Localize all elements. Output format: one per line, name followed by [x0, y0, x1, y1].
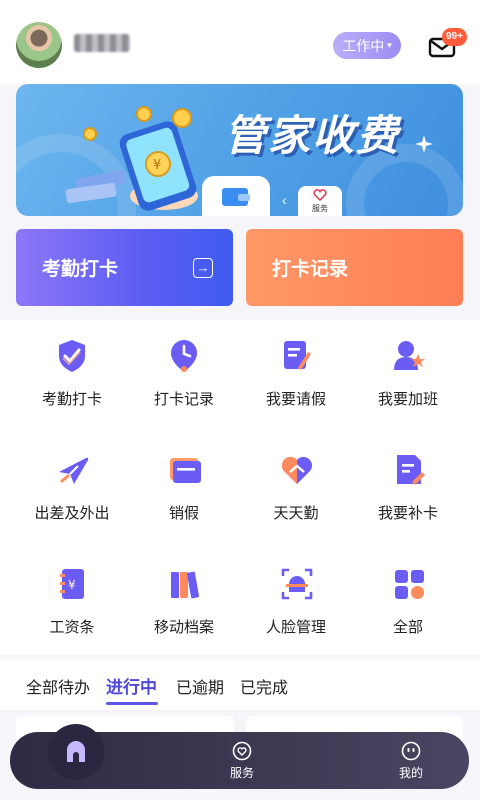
nav-service-label: 服务: [229, 766, 254, 780]
chevron-down-icon: ▾: [387, 40, 392, 50]
banner-wallet-tab[interactable]: [202, 176, 270, 216]
grid-item-daily-diligence[interactable]: 天天勤: [240, 442, 352, 542]
mail-badge: 99+: [442, 28, 467, 46]
grid-item-cancel-leave[interactable]: 销假: [128, 442, 240, 542]
payslip-icon: ¥: [60, 569, 84, 599]
grid-item-supplement-card[interactable]: 我要补卡: [352, 442, 464, 542]
svg-text:¥: ¥: [153, 158, 161, 173]
grid-item-label: 我要补卡: [377, 505, 438, 522]
grid-item-all[interactable]: 全部: [352, 556, 464, 656]
task-tabs: 全部待办 进行中 已逾期 已完成: [0, 660, 480, 710]
cancel-leave-icon: [170, 458, 201, 483]
handshake-heart-icon: [281, 456, 313, 484]
grid-item-business-trip[interactable]: 出差及外出: [16, 442, 128, 542]
home-icon: [67, 741, 85, 762]
svg-text:¥: ¥: [68, 578, 76, 592]
face-scan-icon: [281, 568, 313, 600]
promo-banner[interactable]: ¥ 管家收费 ‹ 服务: [16, 84, 463, 216]
work-status-dropdown[interactable]: 工作中 ▾: [333, 32, 401, 59]
grid-item-label: 移动档案: [153, 619, 214, 636]
grid-item-records[interactable]: 打卡记录: [128, 328, 240, 428]
tab-completed[interactable]: 已完成: [240, 674, 288, 698]
grid-item-label: 我要请假: [265, 391, 326, 408]
heart-icon: [313, 189, 327, 201]
checkin-shield-icon: [59, 340, 85, 372]
archive-folders-icon: [171, 571, 200, 599]
grid-item-label: 出差及外出: [34, 505, 110, 522]
active-tab-indicator: [106, 702, 158, 705]
leave-form-icon: [284, 341, 311, 370]
tab-overdue[interactable]: 已逾期: [176, 674, 224, 698]
tab-all-todo[interactable]: 全部待办: [26, 674, 90, 698]
grid-item-leave[interactable]: 我要请假: [240, 328, 352, 428]
supplement-card-icon: [397, 455, 425, 485]
banner-service-tab[interactable]: 服务: [298, 186, 342, 216]
clock-pin-icon: [171, 340, 197, 372]
grid-item-payslip[interactable]: ¥ 工资条: [16, 556, 128, 656]
records-card-label: 打卡记录: [272, 259, 349, 280]
arrow-right-icon: →: [193, 258, 213, 278]
banner-title: 管家收费: [224, 112, 401, 159]
nav-home[interactable]: [48, 724, 104, 780]
sparkle-icon: [415, 135, 433, 153]
grid-item-label: 人脸管理: [265, 619, 326, 636]
grid-item-label: 考勤打卡: [41, 391, 102, 408]
grid-item-overtime[interactable]: 我要加班: [352, 328, 464, 428]
header: 工作中 ▾ 99+: [0, 0, 480, 84]
heart-circle-icon: [232, 741, 252, 761]
work-status-label: 工作中: [342, 37, 385, 54]
overtime-user-icon: [394, 341, 425, 370]
grid-item-label: 打卡记录: [153, 391, 214, 408]
chevron-left-icon[interactable]: ‹: [282, 192, 287, 208]
username-blurred: [74, 34, 130, 52]
avatar[interactable]: [16, 22, 62, 68]
wallet-icon: [222, 188, 250, 206]
grid-item-label: 销假: [168, 505, 199, 522]
phone-hand-illustration: ¥: [65, 106, 198, 211]
all-apps-icon: [395, 570, 424, 599]
airplane-icon: [59, 457, 89, 484]
nav-mine[interactable]: 我的: [381, 741, 441, 781]
grid-item-label: 全部: [392, 619, 423, 636]
nav-mine-label: 我的: [398, 766, 423, 780]
feature-grid: 考勤打卡 打卡记录 我要请假 我要加班 出差及外出 销假 天天勤 我要补卡 ¥ …: [0, 320, 480, 655]
grid-item-mobile-archive[interactable]: 移动档案: [128, 556, 240, 656]
tab-in-progress[interactable]: 进行中: [106, 673, 157, 698]
grid-item-label: 工资条: [49, 619, 95, 636]
smiley-face-icon: [401, 741, 421, 761]
grid-item-face-management[interactable]: 人脸管理: [240, 556, 352, 656]
checkin-card-label: 考勤打卡: [42, 259, 119, 280]
grid-item-label: 天天勤: [273, 505, 319, 522]
records-card[interactable]: 打卡记录: [246, 229, 463, 306]
grid-item-checkin[interactable]: 考勤打卡: [16, 328, 128, 428]
banner-service-label: 服务: [312, 204, 328, 213]
bottom-nav: 服务 我的: [10, 724, 469, 789]
nav-service[interactable]: 服务: [212, 741, 272, 781]
checkin-card[interactable]: 考勤打卡 →: [16, 229, 233, 306]
grid-item-label: 我要加班: [377, 391, 438, 408]
